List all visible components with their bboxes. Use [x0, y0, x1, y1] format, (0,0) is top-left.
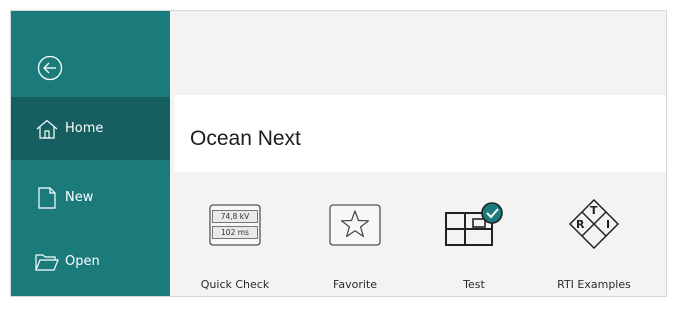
tile-label: Quick Check — [200, 278, 270, 291]
sidebar-item-label: Open — [65, 254, 100, 269]
sidebar: Home New Open — [11, 11, 170, 296]
sidebar-item-new[interactable]: New — [11, 166, 170, 229]
test-icon — [426, 199, 522, 251]
quick-check-icon: 74,8 kV 102 ms — [187, 199, 283, 251]
back-button[interactable] — [35, 53, 65, 83]
new-document-icon — [35, 186, 59, 210]
tile-quick-check[interactable]: 74,8 kV 102 ms Quick Check — [187, 199, 283, 291]
sidebar-item-label: New — [65, 190, 94, 205]
main-content: Ocean Next 74,8 kV 102 ms Quick Check Fa… — [170, 11, 666, 296]
rti-letter-i: I — [606, 218, 611, 231]
app-window: Home New Open Ocean Next 74,8 kV 102 ms … — [10, 10, 667, 297]
back-arrow-circle-icon — [37, 55, 63, 81]
folder-open-icon — [35, 250, 59, 274]
voltage-readout: 74,8 kV — [212, 210, 258, 223]
sidebar-item-home[interactable]: Home — [11, 97, 170, 160]
title-bar: Ocean Next — [174, 95, 666, 172]
tile-test[interactable]: Test — [426, 199, 522, 291]
page-title: Ocean Next — [190, 127, 301, 150]
rti-icon: T R I — [546, 199, 642, 251]
tile-label: RTI Examples — [557, 278, 631, 291]
tile-label: Test — [463, 278, 485, 291]
tile-favorite[interactable]: Favorite — [307, 199, 403, 291]
rti-letter-t: T — [590, 204, 598, 217]
star-icon — [307, 199, 403, 251]
tile-rti-examples[interactable]: T R I RTI Examples — [546, 199, 642, 291]
home-icon — [35, 117, 59, 141]
tile-label: Favorite — [333, 278, 377, 291]
rti-letter-r: R — [576, 218, 585, 231]
time-readout: 102 ms — [212, 226, 258, 239]
sidebar-item-open[interactable]: Open — [11, 230, 170, 293]
sidebar-item-label: Home — [65, 121, 104, 136]
